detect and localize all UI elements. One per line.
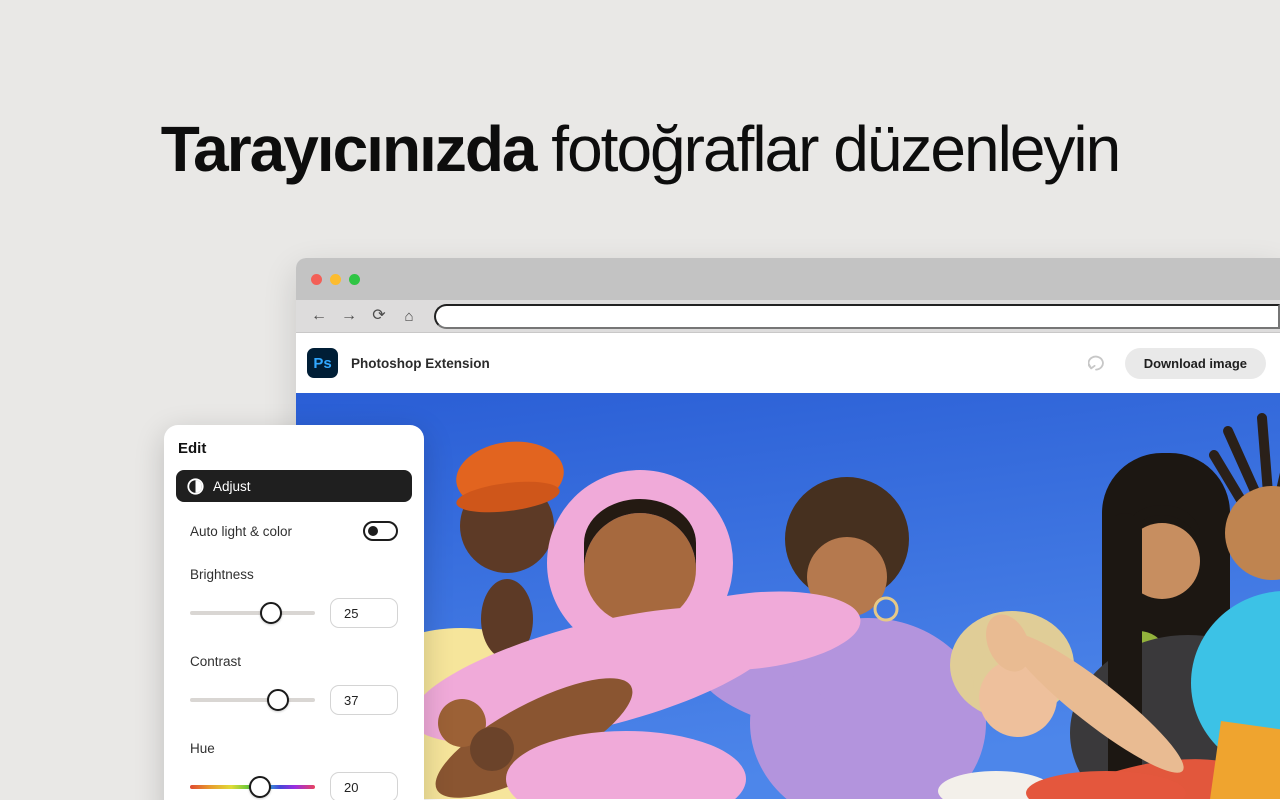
auto-light-color-row: Auto light & color	[190, 521, 398, 541]
forward-icon[interactable]: →	[334, 308, 364, 324]
app-header-actions: Download image	[1086, 347, 1266, 379]
close-window-button[interactable]	[311, 274, 322, 285]
browser-navbar: ← → ⟳ ⌂	[296, 300, 1280, 333]
brightness-label: Brightness	[190, 567, 254, 582]
browser-window: ← → ⟳ ⌂ Ps Photoshop Extension Download …	[296, 258, 1280, 800]
contrast-slider[interactable]	[190, 689, 315, 711]
hue-slider[interactable]	[190, 776, 315, 798]
toggle-knob	[368, 526, 378, 536]
minimize-window-button[interactable]	[330, 274, 341, 285]
undo-icon[interactable]	[1086, 351, 1110, 375]
home-icon[interactable]: ⌂	[394, 309, 424, 324]
contrast-slider-knob[interactable]	[266, 689, 289, 711]
adjust-button-label: Adjust	[213, 478, 251, 494]
photoshop-logo: Ps	[307, 348, 338, 378]
app-title: Photoshop Extension	[351, 355, 490, 371]
photo-canvas	[296, 393, 1280, 799]
page-title-bold: Tarayıcınızda	[160, 113, 538, 185]
hue-label: Hue	[190, 741, 215, 756]
contrast-label: Contrast	[190, 654, 242, 669]
brightness-value-input[interactable]	[330, 598, 398, 628]
adjust-button[interactable]: Adjust	[176, 470, 412, 502]
hue-control: Hue	[190, 741, 398, 800]
brightness-control: Brightness	[190, 567, 398, 628]
page-title-rest: fotoğraflar düzenleyin	[535, 113, 1121, 185]
back-icon[interactable]: ←	[304, 308, 334, 324]
page-title: Tarayıcınızda fotoğraflar düzenleyin	[0, 112, 1280, 186]
hue-slider-knob[interactable]	[249, 776, 271, 798]
refresh-icon[interactable]: ⟳	[364, 308, 394, 324]
edit-panel-title: Edit	[178, 440, 207, 457]
download-image-button[interactable]: Download image	[1124, 347, 1266, 379]
brightness-slider-knob[interactable]	[260, 602, 283, 624]
brightness-slider[interactable]	[190, 602, 315, 624]
auto-light-color-label: Auto light & color	[190, 523, 293, 539]
edit-panel: Edit Adjust Auto light & color Brightnes…	[164, 425, 424, 800]
zoom-window-button[interactable]	[349, 274, 360, 285]
auto-light-color-toggle[interactable]	[363, 521, 398, 541]
browser-titlebar	[296, 258, 1280, 300]
traffic-lights	[311, 274, 360, 285]
address-bar-input[interactable]	[434, 303, 1280, 329]
contrast-control: Contrast	[190, 654, 398, 715]
app-header: Ps Photoshop Extension Download image	[296, 333, 1280, 393]
hue-value-input[interactable]	[330, 772, 398, 800]
contrast-value-input[interactable]	[330, 685, 398, 715]
contrast-icon	[187, 477, 204, 495]
photo-of-friends	[296, 393, 1280, 799]
